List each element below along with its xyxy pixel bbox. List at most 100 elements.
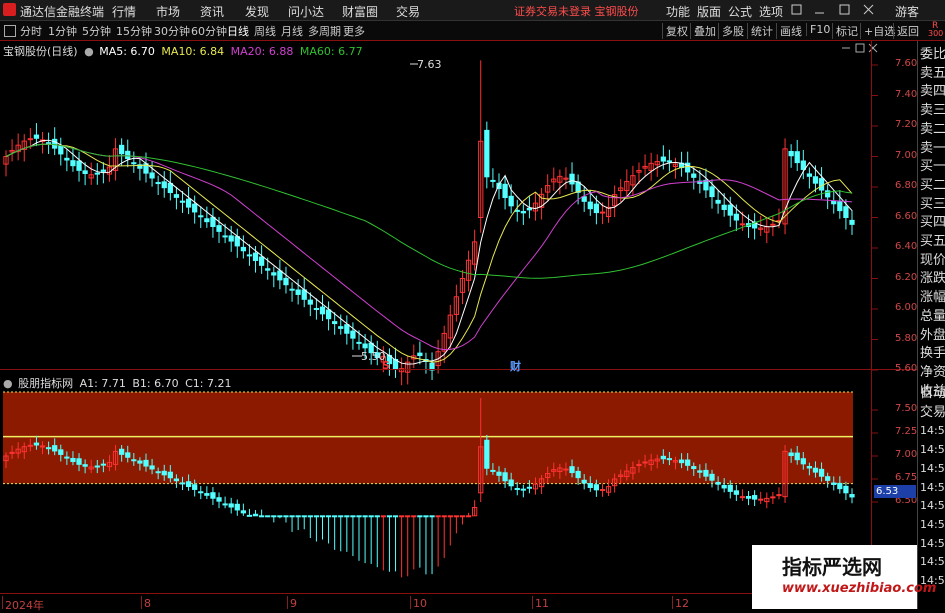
candle-body [313, 308, 320, 311]
sub-candle-body [198, 491, 204, 494]
period-30min[interactable]: 30分钟 [154, 23, 190, 39]
candle-body [575, 181, 581, 193]
trade-tick-label: 自动 [920, 386, 945, 401]
candle-body [751, 221, 758, 229]
panel-top-number: 300 [928, 29, 944, 38]
trade-tick-label: 14:56 [920, 517, 945, 531]
sub-candle-body [271, 515, 277, 518]
sub-candle-body [21, 446, 27, 453]
menu-formula[interactable]: 公式 [728, 3, 752, 20]
candle-body [563, 177, 569, 180]
user-icon [791, 4, 802, 15]
sub-candle-body [612, 478, 618, 487]
sub-axis-label: 7.50 [895, 403, 918, 414]
period-15min[interactable]: 15分钟 [116, 23, 152, 39]
sub-candle-body [739, 496, 746, 499]
ma-settings-icon[interactable]: ● [84, 45, 94, 58]
quote-field-label: 卖四 [920, 84, 945, 100]
period-monthly[interactable]: 月线 [281, 23, 303, 39]
tool-draw-line[interactable]: 画线 [776, 23, 802, 39]
sub-candle-body [76, 458, 82, 465]
tool-adjust[interactable]: 复权 [662, 23, 688, 39]
tool-multi-stock[interactable]: 多股 [718, 23, 744, 39]
candle-body [143, 163, 149, 174]
period-intraday[interactable]: 分时 [20, 23, 42, 39]
indicator-legend: ● 股朋指标网 A1: 7.71 B1: 6.70 C1: 7.21 [3, 375, 231, 391]
candle-body [587, 201, 593, 210]
trade-tick-label: 14:56 [920, 499, 945, 513]
tool-add-favorite[interactable]: +自选 [860, 23, 895, 39]
candle-body [648, 162, 654, 172]
indicator-settings-icon[interactable]: ● [3, 377, 13, 390]
menu-functions[interactable]: 功能 [666, 3, 690, 20]
menu-ask-xiaoda[interactable]: 问小达 [288, 3, 324, 20]
tool-f10[interactable]: F10 [806, 23, 830, 36]
tool-stats[interactable]: 统计 [747, 23, 773, 39]
period-1min[interactable]: 1分钟 [48, 23, 77, 39]
sub-candle-body [849, 494, 855, 498]
menu-market[interactable]: 市场 [156, 3, 180, 20]
sub-candle-body [526, 486, 533, 489]
ma60-line [5, 143, 853, 279]
menu-market-quotes[interactable]: 行情 [112, 3, 136, 20]
candle-body [58, 145, 64, 155]
candle-body [356, 341, 362, 344]
period-more[interactable]: 更多 [343, 23, 365, 39]
sub-candle-body [654, 458, 660, 462]
candle-body [161, 181, 167, 189]
sub-candle-body [222, 503, 228, 506]
tool-mark[interactable]: 标记 [832, 23, 858, 39]
sub-candle-body [794, 452, 800, 461]
app-logo-icon [3, 3, 16, 16]
event-marker-finance[interactable]: 财 [510, 358, 521, 374]
period-5min[interactable]: 5分钟 [82, 23, 111, 39]
period-weekly[interactable]: 周线 [254, 23, 276, 39]
sub-candle-body [630, 467, 636, 474]
quote-field-label: 卖三 [920, 103, 945, 119]
sub-candle-body [709, 473, 715, 481]
guest-label[interactable]: 游客 [895, 3, 919, 20]
menu-options[interactable]: 选项 [759, 3, 783, 20]
period-60min[interactable]: 60分钟 [191, 23, 227, 39]
candle-body [538, 193, 545, 208]
event-marker-s[interactable]: S [382, 359, 390, 372]
candle-body [691, 173, 697, 178]
window-controls[interactable] [791, 4, 874, 15]
sub-candle-body [216, 497, 222, 502]
candle-body [295, 289, 301, 295]
tool-back[interactable]: 返回 [893, 23, 919, 39]
menu-layout[interactable]: 版面 [697, 3, 721, 20]
candle-body [332, 321, 338, 325]
candle-body [508, 195, 514, 207]
menu-news[interactable]: 资讯 [200, 3, 224, 20]
indicator-title[interactable]: 股朋指标网 [18, 377, 73, 390]
grid-icon[interactable] [4, 25, 16, 37]
price-axis-label: 6.00 [895, 302, 918, 313]
menu-trade[interactable]: 交易 [396, 3, 420, 20]
sub-candle-body [9, 451, 15, 454]
sub-candle-body [106, 461, 113, 468]
candle-body [64, 157, 70, 161]
sub-candle-body [514, 487, 520, 490]
candle-body [70, 160, 76, 167]
candle-body [265, 268, 271, 271]
menu-discover[interactable]: 发现 [245, 3, 269, 20]
sub-candle-body [465, 515, 472, 518]
tool-overlay[interactable]: 叠加 [690, 23, 716, 39]
date-label: 10 [413, 597, 427, 610]
quote-side-panel: R 300 委比 卖五 卖四 卖三 卖二 卖一 买一 买二 买三 买四 买五 现价 涨跌 涨幅 总量 外盘 换手… [917, 21, 945, 609]
menu-wealth-circle[interactable]: 财富圈 [342, 3, 378, 20]
stock-title[interactable]: 宝钢股份(日线) [3, 45, 78, 58]
candle-body [234, 236, 240, 247]
candle-body [843, 206, 849, 219]
period-multi[interactable]: 多周期 [308, 23, 341, 39]
candle-body [764, 226, 770, 233]
sub-axis-label: 7.00 [895, 449, 918, 460]
sub-candle-body [325, 515, 332, 518]
period-daily[interactable]: 日线 [227, 23, 249, 39]
sub-candle-body [179, 482, 186, 485]
candlestick-chart[interactable] [0, 0, 945, 609]
sub-candle-body [843, 485, 849, 494]
sub-candle-body [88, 466, 94, 470]
candle-body [800, 160, 806, 170]
